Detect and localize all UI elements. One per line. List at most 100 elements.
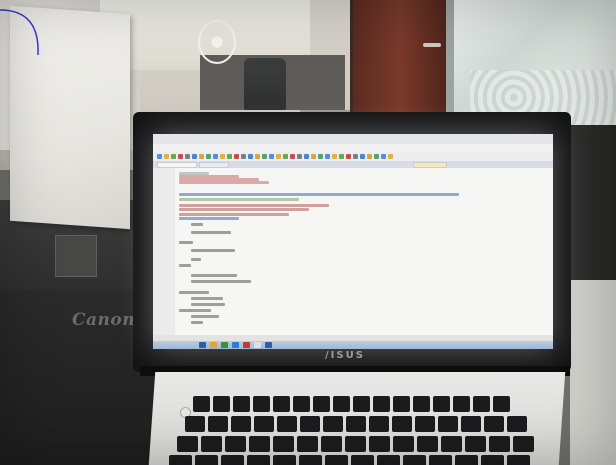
printer-brand-logo: Canon bbox=[72, 310, 136, 330]
code-editor-area bbox=[177, 169, 547, 334]
keyboard-key bbox=[377, 455, 400, 465]
keyboard-key bbox=[300, 416, 320, 432]
toolbar-icon bbox=[388, 154, 393, 159]
keyboard-key bbox=[201, 436, 222, 452]
code-line bbox=[191, 302, 225, 306]
printer-tray bbox=[55, 235, 97, 277]
laptop-brand-logo: /ISUS bbox=[325, 350, 365, 361]
keyboard-key bbox=[177, 436, 198, 452]
keyboard-key bbox=[429, 455, 452, 465]
tab-file bbox=[413, 162, 447, 168]
toolbar-icon bbox=[206, 154, 211, 159]
fan-icon bbox=[198, 20, 236, 64]
keyboard-key bbox=[225, 436, 246, 452]
keyboard-key bbox=[484, 416, 504, 432]
door-handle bbox=[423, 43, 441, 47]
code-line bbox=[179, 308, 211, 312]
keyboard-key bbox=[325, 455, 348, 465]
code-line bbox=[191, 257, 201, 261]
code-line bbox=[191, 248, 235, 252]
code-line bbox=[179, 181, 269, 184]
keyboard-key bbox=[193, 396, 210, 412]
code-line bbox=[191, 280, 251, 283]
code-line bbox=[179, 212, 289, 216]
toolbar-icon bbox=[367, 154, 372, 159]
keyboard-key bbox=[213, 396, 230, 412]
keyboard-key bbox=[253, 396, 270, 412]
keyboard-key bbox=[415, 416, 435, 432]
wooden-door bbox=[350, 0, 448, 120]
code-line bbox=[179, 197, 299, 201]
keyboard-key bbox=[231, 416, 251, 432]
code-line bbox=[179, 193, 459, 196]
taskbar-app-icon bbox=[221, 342, 228, 348]
keyboard-key bbox=[393, 396, 410, 412]
toolbar-icon bbox=[164, 154, 169, 159]
keyboard bbox=[165, 392, 560, 465]
toolbar-icon bbox=[220, 154, 225, 159]
keyboard-key bbox=[493, 396, 510, 412]
keyboard-key bbox=[345, 436, 366, 452]
toolbar-icon bbox=[199, 154, 204, 159]
code-line bbox=[191, 320, 203, 324]
keyboard-key bbox=[413, 396, 430, 412]
keyboard-key bbox=[321, 436, 342, 452]
code-line bbox=[191, 274, 237, 277]
toolbar-icon bbox=[290, 154, 295, 159]
toolbar-icon bbox=[185, 154, 190, 159]
toolbar-icon bbox=[241, 154, 246, 159]
keyboard-key bbox=[333, 396, 350, 412]
keyboard-key bbox=[507, 416, 527, 432]
keyboard-key bbox=[465, 436, 486, 452]
taskbar-app-icon bbox=[243, 342, 250, 348]
keyboard-key bbox=[455, 455, 478, 465]
keyboard-key bbox=[273, 396, 290, 412]
keyboard-key bbox=[353, 396, 370, 412]
code-line bbox=[191, 230, 231, 234]
keyboard-key bbox=[403, 455, 426, 465]
keyboard-key bbox=[438, 416, 458, 432]
keyboard-key bbox=[417, 436, 438, 452]
code-line bbox=[179, 263, 191, 267]
toolbar-icon bbox=[276, 154, 281, 159]
toolbar-icon bbox=[171, 154, 176, 159]
toolbar-icon bbox=[304, 154, 309, 159]
toolbar-icon bbox=[178, 154, 183, 159]
keyboard-key bbox=[254, 416, 274, 432]
keyboard-key bbox=[313, 396, 330, 412]
keyboard-key bbox=[346, 416, 366, 432]
toolbar-icon bbox=[374, 154, 379, 159]
toolbar-icon bbox=[262, 154, 267, 159]
photo-scene: Canon /ISUS bbox=[0, 0, 616, 465]
code-line bbox=[179, 290, 209, 294]
code-line bbox=[179, 241, 193, 244]
toolbar-icon bbox=[318, 154, 323, 159]
toolbar-icon bbox=[213, 154, 218, 159]
toolbar-icon bbox=[381, 154, 386, 159]
keyboard-key bbox=[489, 436, 510, 452]
toolbar-icon bbox=[248, 154, 253, 159]
toolbar-icon bbox=[346, 154, 351, 159]
keyboard-key bbox=[373, 396, 390, 412]
keyboard-key bbox=[221, 455, 244, 465]
keyboard-key bbox=[441, 436, 462, 452]
toolbar-icon bbox=[332, 154, 337, 159]
keyboard-key bbox=[369, 436, 390, 452]
toolbar-icon bbox=[325, 154, 330, 159]
editor-menubar bbox=[153, 144, 553, 152]
toolbar-icon bbox=[297, 154, 302, 159]
toolbar-icon bbox=[234, 154, 239, 159]
code-line bbox=[179, 203, 329, 207]
keyboard-key bbox=[297, 436, 318, 452]
keyboard-key bbox=[453, 396, 470, 412]
tab-file bbox=[199, 162, 229, 168]
laptop-screen bbox=[153, 134, 553, 349]
windows-taskbar bbox=[153, 341, 553, 349]
toolbar-icon bbox=[269, 154, 274, 159]
keyboard-key bbox=[293, 396, 310, 412]
line-number-gutter bbox=[153, 168, 175, 338]
toolbar-icon bbox=[353, 154, 358, 159]
taskbar-app-icon bbox=[232, 342, 239, 348]
glass-door-frame bbox=[446, 0, 454, 130]
keyboard-key bbox=[233, 396, 250, 412]
